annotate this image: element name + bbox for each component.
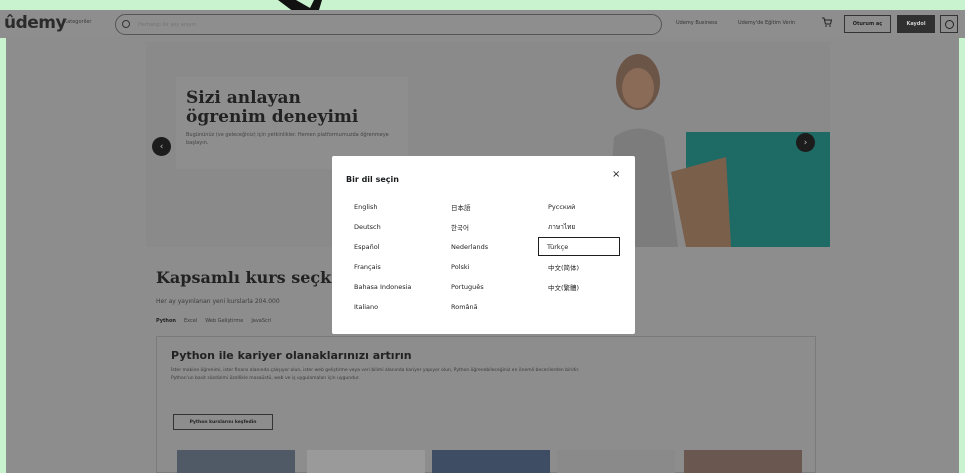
courses-section-subtitle: Her ay yayınlanan yeni kurslarla 204.000 (156, 298, 280, 305)
language-option-thai[interactable]: ภาษาไทย (540, 217, 622, 236)
language-option-turkish[interactable]: Türkçe (538, 237, 620, 256)
search-bar[interactable] (115, 14, 662, 35)
chevron-right-icon: › (803, 137, 808, 148)
courses-section-title: Kapsamlı kurs seçkisi (156, 268, 353, 287)
language-option-russian[interactable]: Русский (540, 197, 622, 216)
language-option-french[interactable]: Français (346, 257, 428, 276)
udemy-logo[interactable]: ûdemy (4, 13, 67, 33)
language-option-english[interactable]: English (346, 197, 428, 216)
search-icon (122, 20, 130, 28)
hero-title: Sizi anlayan ögrenim deneyimi (186, 88, 359, 127)
carousel-next-button[interactable]: › (796, 133, 815, 152)
categories-link[interactable]: Kategoriler (64, 19, 92, 25)
language-option-spanish[interactable]: Español (346, 237, 428, 256)
language-option-korean[interactable]: 한국어 (443, 217, 525, 236)
course-thumbnail[interactable] (307, 450, 425, 473)
chevron-left-icon: ‹ (159, 141, 164, 152)
language-option-romanian[interactable]: Română (443, 297, 525, 316)
python-promo-box: Python ile kariyer olanaklarınızı artırı… (156, 336, 816, 473)
language-button[interactable] (940, 15, 958, 33)
language-option-german[interactable]: Deutsch (346, 217, 428, 236)
tab-javascript[interactable]: JavaScri (251, 318, 271, 324)
cart-icon[interactable] (822, 17, 832, 27)
modal-title: Bir dil seçin (346, 175, 399, 184)
search-input[interactable] (138, 19, 538, 31)
hero-subtitle: Bugününüz (ve geleceğiniz) için yetkinli… (186, 132, 389, 146)
language-option-japanese[interactable]: 日本語 (443, 197, 525, 216)
course-thumbnail[interactable] (684, 450, 802, 473)
frame: ûdemy Kategoriler Udemy Business Udemy'd… (0, 0, 965, 473)
language-option-chinese-traditional[interactable]: 中文(繁體) (540, 277, 622, 296)
tab-python[interactable]: Python (156, 318, 176, 324)
python-promo-description: İster makine öğrenimi, ister finans alan… (171, 368, 580, 381)
explore-python-button[interactable]: Python kurslarını keşfedin (173, 414, 273, 430)
carousel-prev-button[interactable]: ‹ (152, 137, 171, 156)
close-icon[interactable]: × (612, 169, 620, 180)
teach-on-udemy-link[interactable]: Udemy'de Eğitim Verin (738, 20, 795, 26)
tab-excel[interactable]: Excel (184, 318, 197, 324)
course-thumbnail[interactable] (177, 450, 295, 473)
top-header: ûdemy Kategoriler Udemy Business Udemy'd… (0, 10, 965, 38)
language-option-portuguese[interactable]: Português (443, 277, 525, 296)
tab-web-development[interactable]: Web Geliştirme (205, 318, 243, 324)
language-option-polish[interactable]: Polski (443, 257, 525, 276)
course-thumbnail[interactable] (557, 450, 675, 473)
language-option-italian[interactable]: Italiano (346, 297, 428, 316)
language-option-dutch[interactable]: Nederlands (443, 237, 525, 256)
login-button[interactable]: Oturum aç (844, 15, 891, 33)
python-promo-title: Python ile kariyer olanaklarınızı artırı… (171, 349, 412, 362)
course-thumbnail[interactable] (432, 450, 550, 473)
globe-icon (944, 19, 954, 29)
signup-button[interactable]: Kaydol (897, 15, 935, 33)
course-tabs: Python Excel Web Geliştirme JavaScri (156, 318, 271, 324)
udemy-business-link[interactable]: Udemy Business (676, 20, 717, 26)
language-option-chinese-simplified[interactable]: 中文(简体) (540, 257, 622, 276)
language-modal: Bir dil seçin × English 日本語 Русский Deut… (332, 156, 635, 334)
language-option-indonesian[interactable]: Bahasa Indonesia (346, 277, 428, 296)
